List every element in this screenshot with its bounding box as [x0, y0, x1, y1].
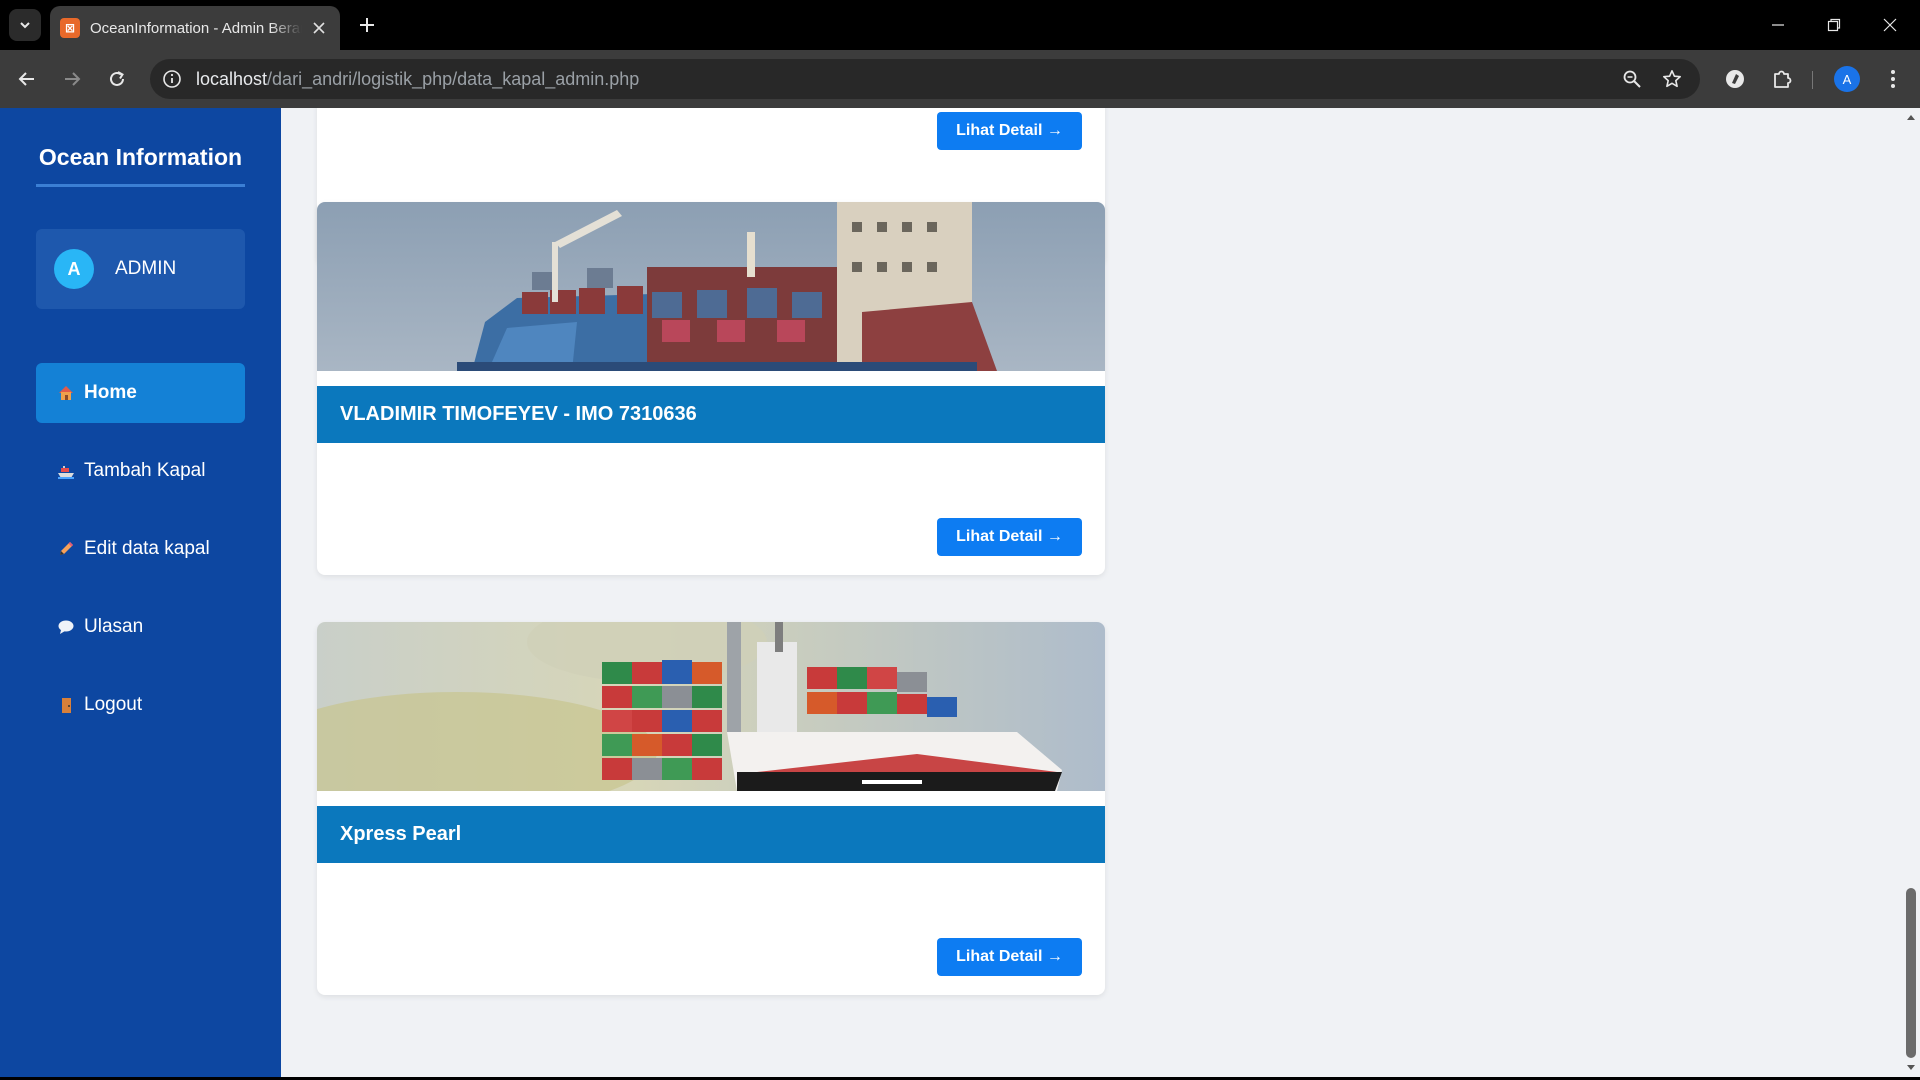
extension-button[interactable] — [1719, 63, 1751, 95]
scroll-down-icon[interactable] — [1906, 1062, 1916, 1072]
browser-tab-bar: ⊠ OceanInformation - Admin Beranda — [0, 0, 1920, 50]
sidebar-item-logout[interactable]: Logout — [36, 675, 245, 735]
toolbar-divider — [1812, 71, 1813, 89]
user-card: A ADMIN — [36, 229, 245, 309]
extension-icon — [1726, 70, 1744, 88]
close-icon[interactable] — [310, 19, 328, 37]
browser-menu-button[interactable] — [1877, 63, 1909, 95]
user-name: ADMIN — [115, 258, 177, 279]
tab-search-button[interactable] — [9, 9, 41, 41]
back-arrow-icon — [18, 72, 34, 86]
sidebar-item-label: Home — [84, 382, 137, 403]
browser-toolbar: localhost/dari_andri/logistik_php/data_k… — [0, 50, 1920, 108]
window-close-icon — [1883, 18, 1897, 32]
house-icon — [56, 383, 76, 403]
xampp-icon: ⊠ — [60, 18, 80, 38]
sidebar: Ocean Information A ADMIN Home Tambah Ka… — [0, 108, 281, 1077]
scroll-up-icon[interactable] — [1906, 113, 1916, 123]
tab-title: OceanInformation - Admin Beranda — [90, 19, 302, 37]
url-host: localhost — [196, 69, 268, 89]
ship-image — [317, 202, 1105, 371]
restore-icon — [1827, 18, 1841, 32]
new-tab-button[interactable] — [352, 10, 382, 40]
ship-card: Xpress Pearl Lihat Detail → — [317, 622, 1105, 995]
forward-button[interactable] — [56, 63, 88, 95]
extensions-menu-button[interactable] — [1766, 63, 1798, 95]
page-scrollbar[interactable] — [1902, 108, 1920, 1077]
minimize-button[interactable] — [1750, 0, 1806, 50]
profile-avatar[interactable]: A — [1834, 66, 1860, 92]
sidebar-item-home[interactable]: Home — [36, 363, 245, 423]
chevron-down-icon — [20, 22, 30, 29]
ship-title: VLADIMIR TIMOFEYEV - IMO 7310636 — [317, 386, 1105, 443]
detail-button[interactable]: Lihat Detail → — [937, 112, 1082, 150]
forward-arrow-icon — [65, 72, 81, 86]
detail-button[interactable]: Lihat Detail → — [937, 518, 1082, 556]
zoom-icon[interactable] — [1620, 67, 1644, 91]
restore-button[interactable] — [1806, 0, 1862, 50]
door-icon — [56, 695, 76, 715]
sidebar-item-label: Logout — [84, 694, 143, 715]
speech-bubble-icon — [56, 617, 76, 637]
back-button[interactable] — [11, 63, 43, 95]
sidebar-item-label: Tambah Kapal — [84, 460, 206, 481]
ship-image — [317, 622, 1105, 791]
scroll-thumb[interactable] — [1906, 888, 1916, 1058]
sidebar-item-tambah-kapal[interactable]: Tambah Kapal — [36, 441, 245, 501]
sidebar-item-label: Edit data kapal — [84, 538, 210, 559]
sidebar-item-label: Ulasan — [84, 616, 144, 637]
puzzle-icon — [1774, 70, 1792, 88]
minimize-icon — [1772, 24, 1784, 26]
browser-tab[interactable]: ⊠ OceanInformation - Admin Beranda — [50, 6, 340, 50]
detail-button[interactable]: Lihat Detail → — [937, 938, 1082, 976]
url-path: /dari_andri/logistik_php/data_kapal_admi… — [267, 69, 640, 89]
ship-title: Xpress Pearl — [317, 806, 1105, 863]
star-icon[interactable] — [1660, 67, 1684, 91]
reload-button[interactable] — [101, 63, 133, 95]
site-info-icon[interactable] — [160, 67, 184, 91]
kebab-menu-icon — [1891, 70, 1895, 88]
sidebar-item-edit-data-kapal[interactable]: Edit data kapal — [36, 519, 245, 579]
brand-title: Ocean Information — [36, 144, 245, 187]
ship-card: VLADIMIR TIMOFEYEV - IMO 7310636 Lihat D… — [317, 202, 1105, 575]
url-text[interactable]: localhost/dari_andri/logistik_php/data_k… — [196, 69, 639, 90]
pencil-icon — [56, 539, 76, 559]
sidebar-item-ulasan[interactable]: Ulasan — [36, 597, 245, 657]
address-bar[interactable]: localhost/dari_andri/logistik_php/data_k… — [150, 59, 1700, 99]
avatar: A — [54, 249, 94, 289]
window-close-button[interactable] — [1862, 0, 1918, 50]
plus-icon — [360, 18, 374, 32]
ship-icon — [56, 461, 76, 481]
page-viewport: Ocean Information A ADMIN Home Tambah Ka… — [0, 108, 1920, 1077]
reload-icon — [110, 71, 124, 86]
